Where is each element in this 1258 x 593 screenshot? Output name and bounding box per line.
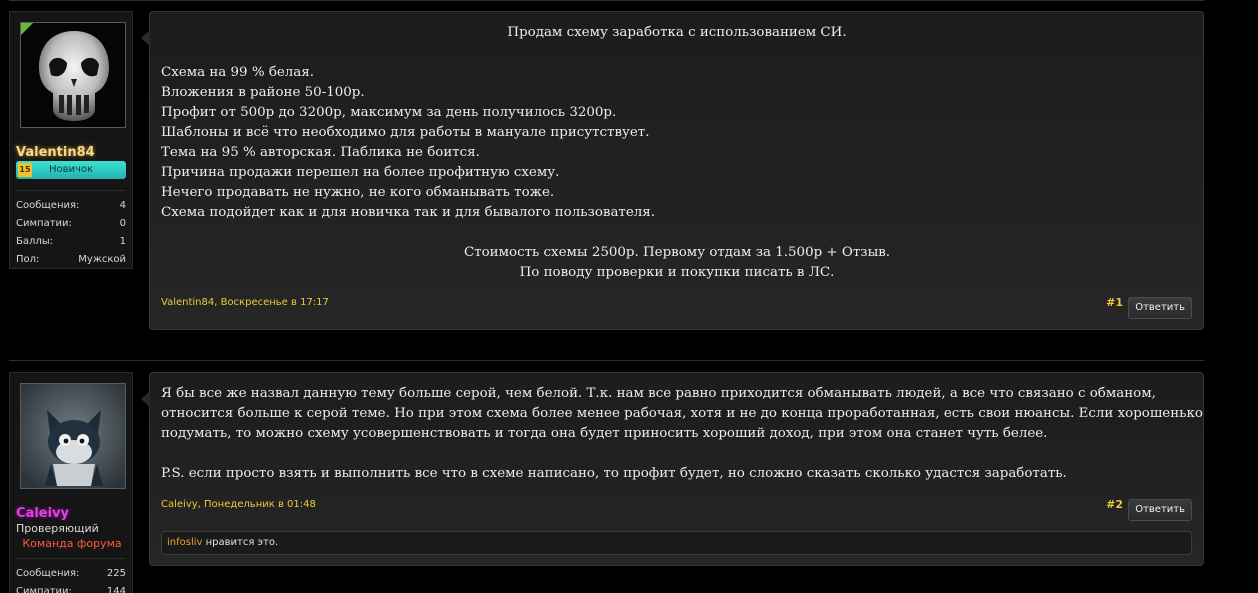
post-1-line: Шаблоны и всё что необходимо для работы … — [161, 125, 650, 140]
post-1-line: Тема на 95 % авторская. Паблика не боитс… — [161, 145, 480, 160]
post-2-team-label: Команда форума — [22, 537, 122, 550]
post-1-user-panel: Valentin84 15 Новичок Сообщения: 4 Симпа… — [9, 11, 133, 269]
post-2-avatar[interactable] — [20, 383, 126, 489]
post-1-line: Причина продажи перешел на более профитн… — [161, 165, 560, 180]
post-1-message: Продам схему заработка с использованием … — [141, 11, 1204, 330]
stat-messages: Сообщения: 225 — [16, 565, 126, 583]
punisher-skull-icon — [21, 23, 125, 127]
post-2-line: Я бы все же назвал данную тему больше се… — [161, 386, 1156, 401]
top-divider — [9, 0, 1204, 1]
stat-value: 4 — [119, 200, 126, 211]
stat-likes: Симпатии: 0 — [16, 215, 126, 233]
stat-value: Мужской — [78, 254, 126, 265]
post-2-permalink[interactable]: #2 — [1106, 498, 1123, 511]
stat-likes: Симпатии: 144 — [16, 583, 126, 593]
post-2-line: относится больше к серой теме. Но при эт… — [161, 406, 1203, 421]
stat-label: Симпатии: — [16, 218, 72, 229]
stat-gender: Пол: Мужской — [16, 251, 126, 269]
post-2-user-stats: Сообщения: 225 Симпатии: 144 — [16, 558, 126, 593]
stat-label: Сообщения: — [16, 200, 80, 211]
post-2-likes-summary: infosliv нравится это. — [161, 531, 1192, 555]
post-1-username[interactable]: Valentin84 — [16, 145, 95, 160]
rank-level-icon: 15 — [18, 163, 32, 177]
stat-label: Симпатии: — [16, 586, 72, 593]
post-1-meta[interactable]: Valentin84, Воскресенье в 17:17 — [161, 297, 329, 308]
post-1-reply-button[interactable]: Ответить — [1128, 297, 1192, 319]
likes-text: нравится это. — [202, 537, 279, 548]
post-2-meta[interactable]: Caleivy, Понедельник в 01:48 — [161, 499, 316, 510]
stat-label: Пол: — [16, 254, 40, 265]
cartoon-bat-cat-icon — [21, 384, 125, 488]
post-2-reply-button[interactable]: Ответить — [1128, 499, 1192, 521]
post-2-line: подумать, то можно схему усовершенствова… — [161, 426, 1048, 441]
speech-arrow — [141, 30, 150, 46]
post-1-line: Профит от 500р до 3200р, максимум за ден… — [161, 105, 617, 120]
stat-value: 1 — [119, 236, 126, 247]
stat-label: Сообщения: — [16, 568, 80, 579]
post-1-user-stats: Сообщения: 4 Симпатии: 0 Баллы: 1 Пол: М… — [16, 190, 126, 269]
post-1-permalink[interactable]: #1 — [1106, 296, 1123, 309]
post-1-price: Стоимость схемы 2500р. Первому отдам за … — [463, 245, 891, 260]
post-1-title: Продам схему заработка с использованием … — [507, 25, 847, 40]
rank-label: Новичок — [48, 164, 94, 175]
online-indicator-icon — [21, 23, 33, 35]
post-2-message: Я бы все же назвал данную тему больше се… — [141, 372, 1204, 566]
stat-messages: Сообщения: 4 — [16, 197, 126, 215]
speech-arrow — [141, 391, 150, 407]
post-1-line: Схема на 99 % белая. — [161, 65, 314, 80]
post-2-line: P.S. если просто взять и выполнить все ч… — [161, 466, 1067, 481]
post-1-rank-badge: 15 Новичок — [16, 161, 126, 179]
post-2-username[interactable]: Caleivy — [16, 506, 69, 521]
post-1-line: Схема подойдет как и для новичка так и д… — [161, 205, 655, 220]
post-divider — [9, 360, 1204, 361]
stat-value: 225 — [106, 568, 126, 579]
post-1-line: Вложения в районе 50-100р. — [161, 85, 365, 100]
post-1-avatar[interactable] — [20, 22, 126, 128]
stat-points: Баллы: 1 — [16, 233, 126, 251]
post-2-user-title: Проверяющий — [16, 522, 99, 535]
post-1-contact: По поводу проверки и покупки писать в ЛС… — [519, 265, 835, 280]
post-2-user-panel: Caleivy Проверяющий Команда форума Сообщ… — [9, 372, 133, 593]
post-1-line: Нечего продавать не нужно, не кого обман… — [161, 185, 555, 200]
liker-link[interactable]: infosliv — [167, 537, 202, 548]
stat-label: Баллы: — [16, 236, 54, 247]
stat-value: 144 — [106, 586, 126, 593]
stat-value: 0 — [119, 218, 126, 229]
